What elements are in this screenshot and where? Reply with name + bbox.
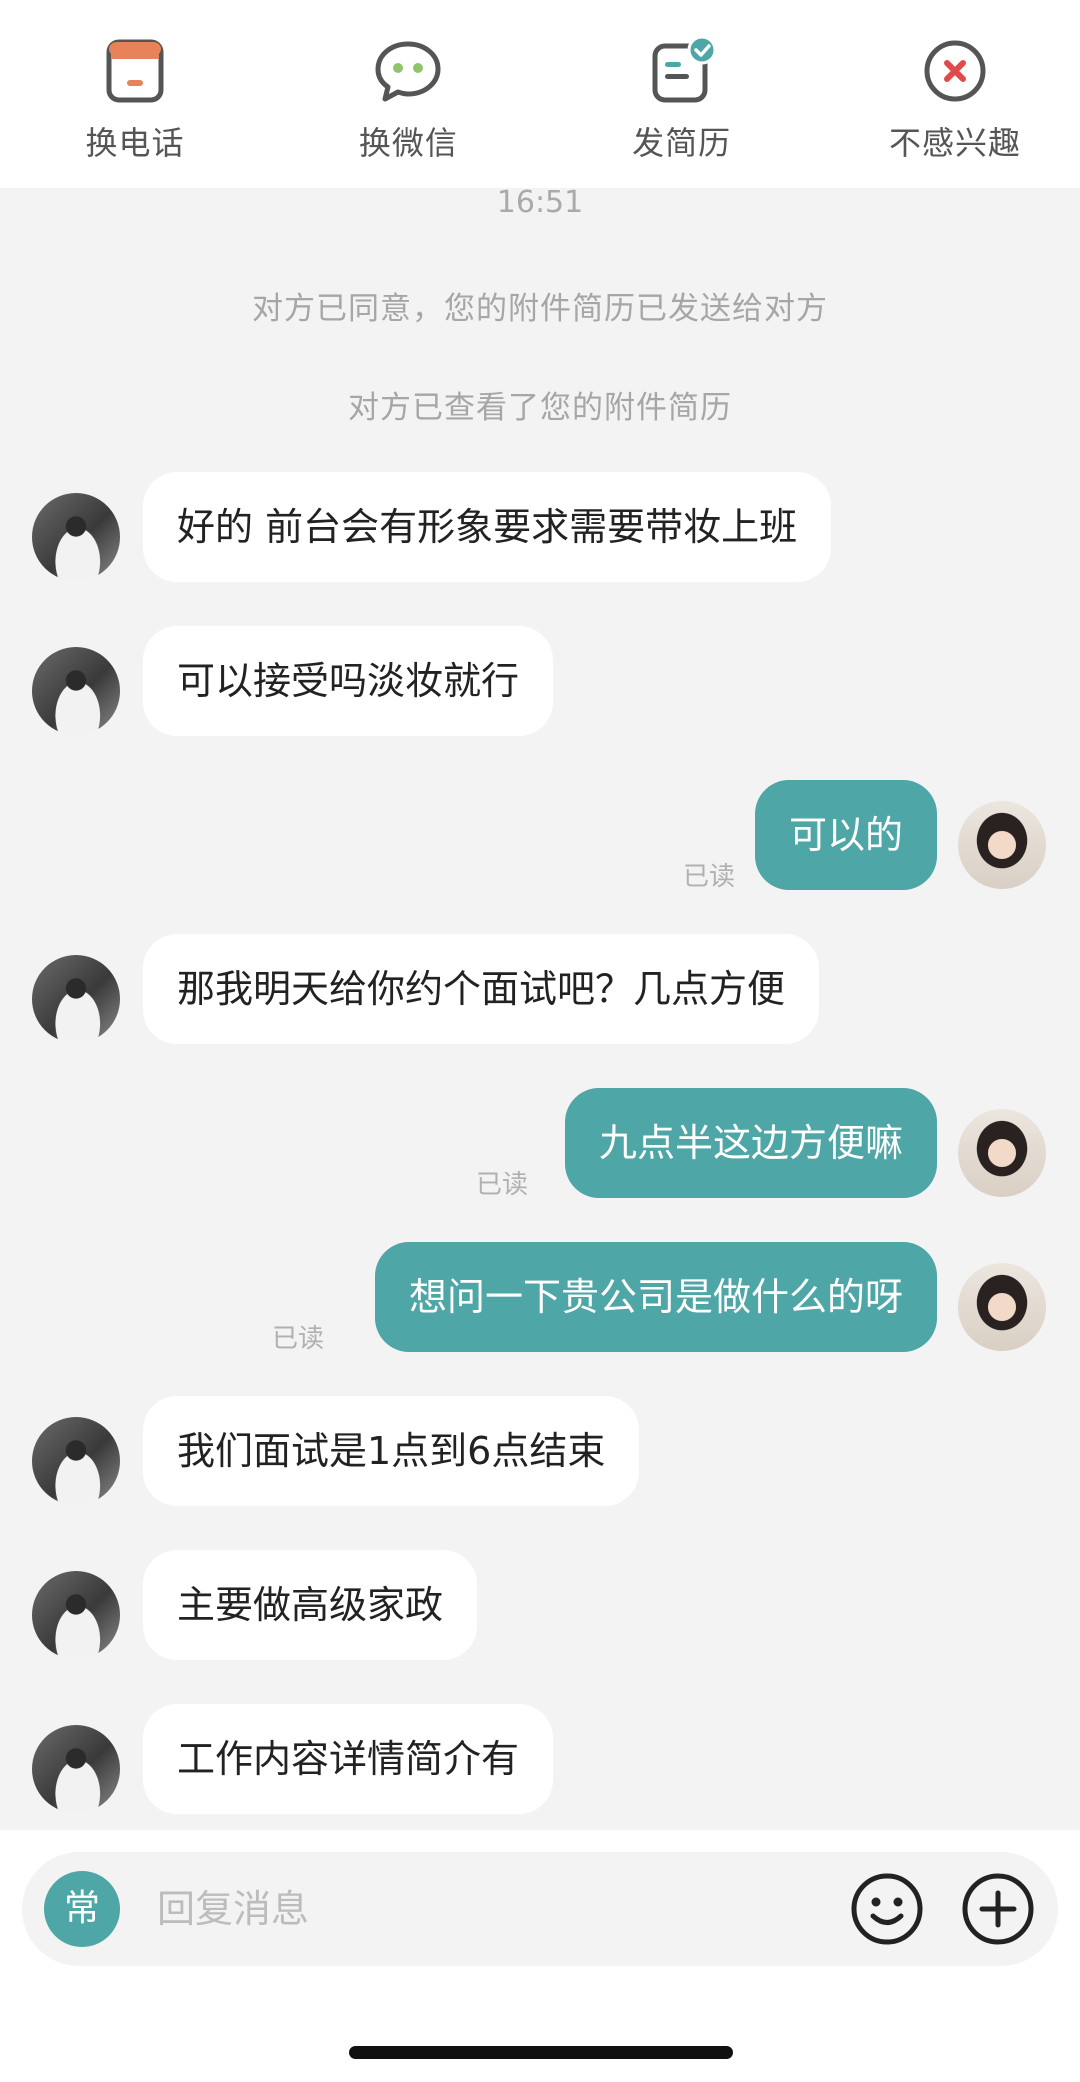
message-row: 工作内容详情简介有 xyxy=(0,1704,1080,1814)
reply-placeholder: 回复消息 xyxy=(157,1887,310,1931)
chat-screen: 换电话 换微信 发简历 不感兴趣 16:51 对方已同意，您的附件简历已发送给对… xyxy=(0,0,1080,2082)
recruiter-avatar[interactable] xyxy=(32,1725,120,1813)
chat-timestamp: 16:51 xyxy=(496,185,584,220)
message-bubble[interactable]: 我们面试是1点到6点结束 xyxy=(143,1396,640,1506)
read-status: 已读 xyxy=(682,862,735,892)
emoji-icon[interactable] xyxy=(849,1871,925,1947)
common-phrases-button[interactable]: 常 xyxy=(44,1871,120,1947)
phone-card-icon xyxy=(100,36,170,106)
message-bubble[interactable]: 主要做高级家政 xyxy=(143,1550,478,1660)
message-row: 好的 前台会有形象要求需要带妆上班 xyxy=(0,472,1080,582)
message-row: 那我明天给你约个面试吧？几点方便 xyxy=(0,934,1080,1044)
my-avatar[interactable] xyxy=(958,1263,1046,1351)
message-bubble[interactable]: 那我明天给你约个面试吧？几点方便 xyxy=(143,934,820,1044)
message-row: 已读 九点半这边方便嘛 xyxy=(0,1088,1080,1200)
my-avatar[interactable] xyxy=(958,1109,1046,1197)
message-row: 主要做高级家政 xyxy=(0,1550,1080,1660)
plus-icon[interactable] xyxy=(960,1871,1036,1947)
read-status: 已读 xyxy=(475,1170,528,1200)
message-row: 已读 可以的 xyxy=(0,780,1080,892)
system-message: 对方已同意，您的附件简历已发送给对方 xyxy=(252,291,828,327)
send-resume-label: 发简历 xyxy=(632,124,732,162)
read-status: 已读 xyxy=(271,1324,324,1354)
recruiter-avatar[interactable] xyxy=(32,1571,120,1659)
recruiter-avatar[interactable] xyxy=(32,647,120,735)
exchange-phone-button[interactable]: 换电话 xyxy=(50,0,220,188)
message-row: 已读 想问一下贵公司是做什么的呀 xyxy=(0,1242,1080,1354)
not-interested-label: 不感兴趣 xyxy=(888,124,1021,162)
reply-input[interactable]: 常 回复消息 xyxy=(22,1852,1058,1966)
wechat-chat-icon xyxy=(373,36,443,106)
exchange-wechat-label: 换微信 xyxy=(358,124,458,162)
action-bar: 换电话 换微信 发简历 不感兴趣 xyxy=(0,0,1080,188)
message-bubble[interactable]: 九点半这边方便嘛 xyxy=(564,1088,937,1198)
resume-icon xyxy=(647,35,717,106)
recruiter-avatar[interactable] xyxy=(32,493,120,581)
home-indicator[interactable] xyxy=(349,2046,733,2059)
recruiter-avatar[interactable] xyxy=(32,955,120,1043)
message-bubble[interactable]: 想问一下贵公司是做什么的呀 xyxy=(374,1242,937,1352)
close-circle-icon xyxy=(920,36,990,106)
message-bubble[interactable]: 可以的 xyxy=(754,780,937,890)
send-resume-button[interactable]: 发简历 xyxy=(597,0,767,188)
message-row: 我们面试是1点到6点结束 xyxy=(0,1396,1080,1506)
message-bubble[interactable]: 工作内容详情简介有 xyxy=(143,1704,554,1814)
exchange-phone-label: 换电话 xyxy=(85,124,185,162)
recruiter-avatar[interactable] xyxy=(32,1417,120,1505)
message-bubble[interactable]: 可以接受吗淡妆就行 xyxy=(143,626,554,736)
my-avatar[interactable] xyxy=(958,801,1046,889)
message-bubble[interactable]: 好的 前台会有形象要求需要带妆上班 xyxy=(143,472,832,582)
not-interested-button[interactable]: 不感兴趣 xyxy=(870,0,1040,188)
exchange-wechat-button[interactable]: 换微信 xyxy=(323,0,493,188)
input-area: 常 回复消息 xyxy=(0,1830,1080,2082)
system-message: 对方已查看了您的附件简历 xyxy=(348,390,732,426)
message-row: 可以接受吗淡妆就行 xyxy=(0,626,1080,736)
